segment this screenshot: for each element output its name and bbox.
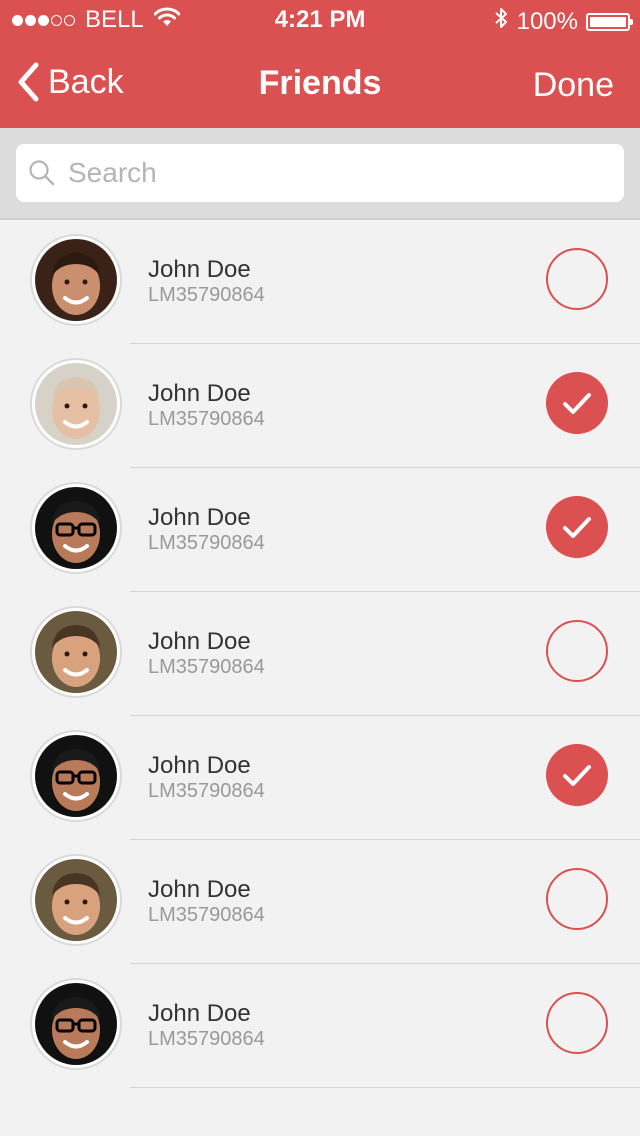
search-icon [29,160,55,186]
friend-name: John Doe [148,256,251,283]
friend-id: LM35790864 [148,1028,265,1050]
done-button[interactable]: Done [533,66,614,105]
friend-name: John Doe [148,504,251,531]
avatar [32,608,120,696]
navigation-bar: Back Friends Done [0,40,640,128]
carrier-name: BELL [85,6,144,33]
avatar [32,360,120,448]
list-item[interactable]: John Doe LM35790864 [0,344,640,468]
friend-id: LM35790864 [148,904,265,926]
bluetooth-icon [493,6,509,37]
back-button[interactable]: Back [16,62,124,102]
back-label: Back [48,62,124,101]
friend-id: LM35790864 [148,284,265,306]
friends-list: John Doe LM35790864 John Doe LM35790864 John… [0,220,640,1088]
list-item[interactable]: John Doe LM35790864 [0,964,640,1088]
avatar [32,856,120,944]
search-box[interactable] [16,144,624,202]
chevron-left-icon [18,62,39,102]
friend-name: John Doe [148,380,251,407]
friend-id: LM35790864 [148,408,265,430]
battery-percent: 100% [516,7,578,35]
select-checkbox[interactable] [546,868,608,930]
select-checkbox[interactable] [546,496,608,558]
list-item[interactable]: John Doe LM35790864 [0,468,640,592]
friend-name: John Doe [148,752,251,779]
battery-icon [586,12,633,31]
avatar [32,732,120,820]
select-checkbox[interactable] [546,992,608,1054]
friend-name: John Doe [148,876,251,903]
list-item[interactable]: John Doe LM35790864 [0,592,640,716]
wifi-icon [153,6,181,34]
header: BELL 4:21 PM 100% Back Friends Done [0,0,640,128]
avatar [32,484,120,572]
avatar [32,980,120,1068]
list-item[interactable]: John Doe LM35790864 [0,220,640,344]
friend-id: LM35790864 [148,780,265,802]
select-checkbox[interactable] [546,744,608,806]
avatar [32,236,120,324]
friend-id: LM35790864 [148,656,265,678]
select-checkbox[interactable] [546,248,608,310]
search-input[interactable] [66,156,610,190]
list-item[interactable]: John Doe LM35790864 [0,840,640,964]
friend-name: John Doe [148,628,251,655]
checkmark-icon [563,765,591,786]
friend-name: John Doe [148,1000,251,1027]
select-checkbox[interactable] [546,620,608,682]
friend-id: LM35790864 [148,532,265,554]
row-divider [130,1087,640,1088]
status-bar: BELL 4:21 PM 100% [0,0,640,40]
checkmark-icon [563,517,591,538]
checkmark-icon [563,393,591,414]
signal-strength-icon [12,14,77,26]
search-bar [0,128,640,220]
list-item[interactable]: John Doe LM35790864 [0,716,640,840]
select-checkbox[interactable] [546,372,608,434]
